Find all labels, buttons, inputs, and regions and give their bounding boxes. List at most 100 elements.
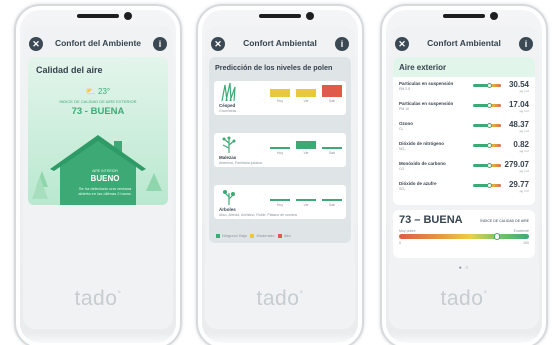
- level-marker: [487, 163, 492, 168]
- indoor-air-value: BUENO: [90, 174, 120, 183]
- screen-pollen: ✕ Confort Ambiental i Predicción de los …: [205, 26, 355, 329]
- pollutant-formula: NO₂: [399, 147, 406, 151]
- pollen-forecast-card: Predicción de los niveles de polen Céspe…: [209, 57, 351, 243]
- close-icon[interactable]: ✕: [29, 37, 43, 51]
- screen-header: ✕ Confort Ambiental i: [205, 34, 355, 54]
- screen-air-quality: ✕ Confort del Ambiente i Calidad del air…: [23, 26, 173, 329]
- indoor-air-label: AIRE INTERIOR: [92, 169, 118, 173]
- pollen-species: Aliso, Abedul, Avellano, Roble, Plátano …: [219, 213, 297, 217]
- pollutant-row-no2[interactable]: Dióxido de nitrógeno NO₂ 0.82 µg / m³: [399, 140, 529, 158]
- pollutant-value: 17.04: [508, 100, 529, 109]
- info-icon[interactable]: i: [153, 37, 167, 51]
- tado-logo: tado°: [74, 287, 122, 310]
- pollutant-row-so2[interactable]: Dióxido de azufre SO₂ 29.77 µg / m³: [399, 180, 529, 198]
- pollutant-row-ozone[interactable]: Ozono O₃ 48.37 µg / m³: [399, 120, 529, 138]
- aqi-level-marker: [493, 233, 500, 240]
- info-icon[interactable]: i: [519, 37, 533, 51]
- screen-header: ✕ Confort Ambiental i: [389, 34, 539, 54]
- tado-logo: tado°: [440, 287, 488, 310]
- aqi-label: ÍNDICE DE CALIDAD DE AIRE: [480, 219, 529, 223]
- pollen-level-bar: [322, 147, 342, 149]
- screen-header: ✕ Confort del Ambiente i: [23, 34, 173, 54]
- outdoor-air-card: Aire exterior Particulas en suspensión P…: [393, 57, 535, 205]
- screen-title: Confort del Ambiente: [54, 38, 142, 48]
- pollutant-formula: O₃: [399, 127, 404, 131]
- pollutant-name: Dióxido de azufre: [399, 181, 437, 186]
- pollutant-unit: µg / m³: [519, 169, 529, 173]
- level-marker: [487, 83, 492, 88]
- card-title: Aire exterior: [399, 63, 447, 72]
- pollutant-formula: SO₂: [399, 187, 406, 191]
- phone-camera: [306, 12, 314, 20]
- bottom-fade: [382, 333, 546, 345]
- sun-cloud-icon: ⛅: [85, 87, 99, 96]
- aqi-scale-poor: Muy pobre: [399, 229, 416, 233]
- pollutant-unit: µg / m³: [519, 89, 529, 93]
- pollutant-value: 29.77: [508, 180, 529, 189]
- day-label-fri: Vie: [303, 151, 309, 155]
- pollen-row-trees[interactable]: Árboles Aliso, Abedul, Avellano, Roble, …: [214, 185, 346, 219]
- pollutant-row-co[interactable]: Monóxido de carbono CO 279.07 µg / m³: [399, 160, 529, 178]
- pollen-name: Malezas: [219, 155, 237, 160]
- pollen-row-weeds[interactable]: Malezas Artemisa, Parietaria judaica Hoy…: [214, 133, 346, 167]
- phone-speaker: [77, 14, 119, 18]
- page-indicator[interactable]: ● ○: [389, 265, 539, 271]
- aqi-scale-excellent: Excelente: [513, 229, 529, 233]
- pollen-level-bar: [296, 141, 316, 149]
- pollutant-value: 0.82: [513, 140, 529, 149]
- screen-title: Confort Ambiental: [427, 38, 501, 48]
- pollen-level-bar: [322, 199, 342, 201]
- level-marker: [487, 183, 492, 188]
- pollutant-name: Particulas en suspensión: [399, 81, 454, 86]
- legend-swatch-high: [277, 233, 282, 238]
- pollen-level-bar: [322, 85, 342, 97]
- pollutant-level-bar: [473, 123, 501, 128]
- pollutant-unit: µg / m³: [519, 109, 529, 113]
- day-label-sat: Sab: [328, 99, 336, 103]
- close-icon[interactable]: ✕: [395, 37, 409, 51]
- card-header: Aire exterior: [393, 57, 535, 77]
- pollutant-formula: PM 10: [399, 107, 410, 111]
- screen-title: Confort Ambiental: [243, 38, 317, 48]
- card-title: Calidad del aire: [36, 65, 103, 75]
- pollen-row-grass[interactable]: Césped Gramíneas Hoy Vie Sab: [214, 81, 346, 115]
- aqi-gradient-bar: [399, 234, 529, 239]
- info-icon[interactable]: i: [335, 37, 349, 51]
- pollutant-formula: CO: [399, 167, 405, 171]
- pollutant-name: Monóxido de carbono: [399, 161, 446, 166]
- pollutant-value: 30.54: [508, 80, 529, 89]
- pollutant-row-pm25[interactable]: Particulas en suspensión PM 2.5 30.54 µg…: [399, 80, 529, 98]
- pollutant-level-bar: [473, 163, 501, 168]
- outdoor-index-value: 73 - BUENA: [71, 106, 125, 117]
- day-label-today: Hoy: [276, 151, 284, 155]
- day-label-today: Hoy: [276, 99, 284, 103]
- pollutant-level-bar: [473, 183, 501, 188]
- indoor-air-message: Se ha detectado una ventana abierta en l…: [78, 186, 132, 196]
- day-label-fri: Vie: [303, 203, 309, 207]
- day-label-sat: Sab: [328, 151, 336, 155]
- level-marker: [487, 123, 492, 128]
- phone-pollen-forecast: ✕ Confort Ambiental i Predicción de los …: [196, 4, 364, 345]
- grass-icon: [221, 83, 236, 101]
- pollutant-value: 48.37: [508, 120, 529, 129]
- day-label-today: Hoy: [276, 203, 284, 207]
- phone-speaker: [443, 14, 485, 18]
- pollutant-row-pm10[interactable]: Partículas en suspensión PM 10 17.04 µg …: [399, 100, 529, 118]
- day-label-sat: Sab: [328, 203, 336, 207]
- pollutant-name: Partículas en suspensión: [399, 101, 454, 106]
- outdoor-temperature: ⛅ 23°: [28, 87, 168, 96]
- pollutant-level-bar: [473, 83, 501, 88]
- outdoor-index-label: INDICE DE CALIDAD DE AIRE EXTERIOR: [59, 99, 137, 104]
- pollen-level-bar: [270, 89, 290, 97]
- phone-camera: [124, 12, 132, 20]
- bottom-fade: [198, 333, 362, 345]
- pollutant-level-bar: [473, 103, 501, 108]
- air-quality-card[interactable]: Calidad del aire ⛅ 23° INDICE DE CALIDAD…: [28, 57, 168, 205]
- legend-swatch-low: [216, 233, 220, 238]
- card-title: Predicción de los niveles de polen: [215, 63, 333, 72]
- pollutant-level-bar: [473, 143, 501, 148]
- close-icon[interactable]: ✕: [211, 37, 225, 51]
- phone-air-quality: ✕ Confort del Ambiente i Calidad del air…: [14, 4, 182, 345]
- outdoor-temp-value: 23°: [98, 87, 111, 96]
- pollutant-name: Dióxido de nitrógeno: [399, 141, 444, 146]
